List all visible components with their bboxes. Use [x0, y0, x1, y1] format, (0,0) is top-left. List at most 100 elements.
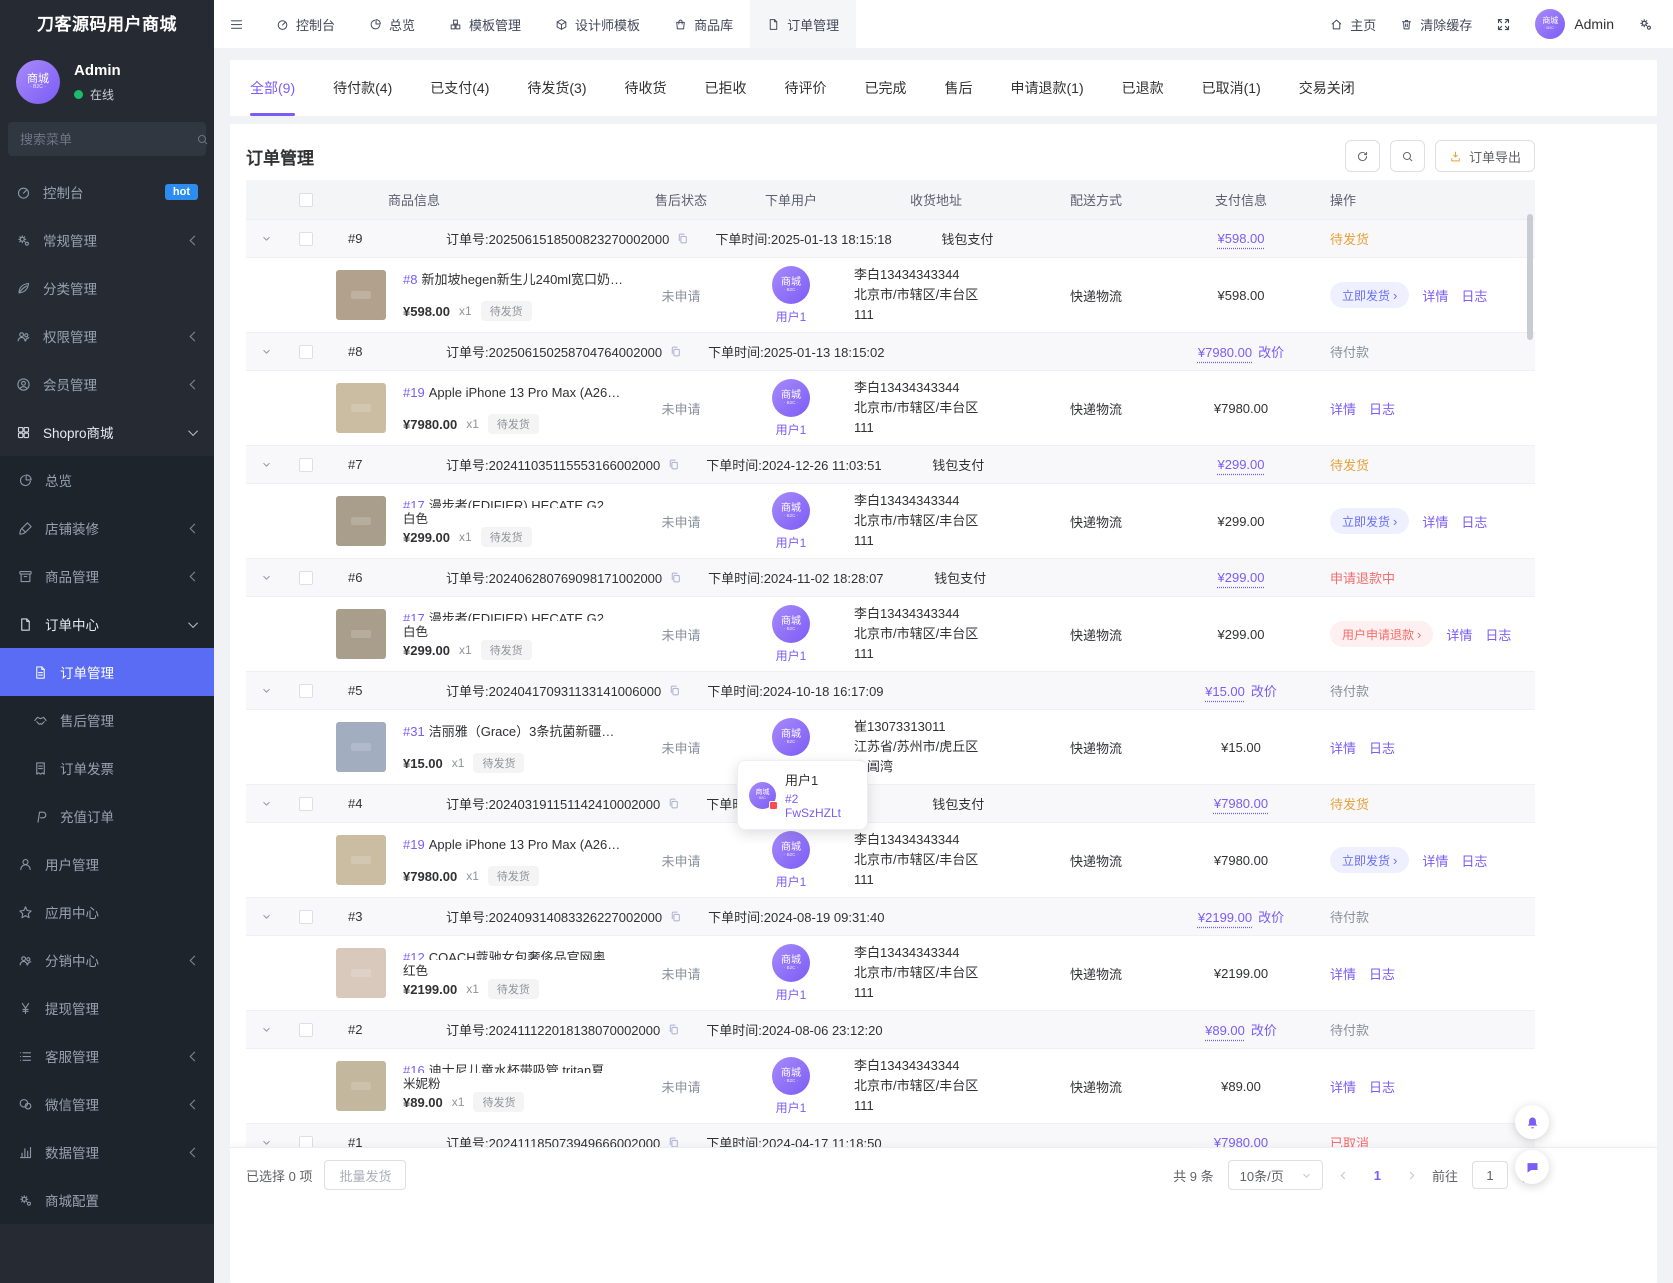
tab[interactable]: 已支付(4) — [430, 60, 489, 116]
detail-link[interactable]: 详情 — [1422, 286, 1448, 305]
product-ref[interactable]: #19 — [403, 837, 425, 852]
tab[interactable]: 待发货(3) — [527, 60, 586, 116]
buyer-name[interactable]: 用户1 — [776, 647, 807, 664]
row-checkbox[interactable] — [299, 797, 313, 811]
fullscreen-icon[interactable] — [1496, 17, 1511, 32]
product-image[interactable] — [336, 270, 386, 320]
detail-link[interactable]: 详情 — [1330, 1077, 1356, 1096]
buyer-avatar[interactable]: 商城 · B2C · — [772, 831, 810, 869]
order-amount-link[interactable]: ¥299.00 — [1218, 570, 1265, 585]
navbar-admin[interactable]: 商城 · B2C · Admin — [1535, 9, 1614, 39]
ship-now-button[interactable]: 立即发货› — [1330, 282, 1409, 308]
goto-page-input[interactable] — [1472, 1161, 1508, 1189]
tab[interactable]: 申请退款(1) — [1011, 60, 1084, 116]
buyer-name[interactable]: 用户1 — [776, 873, 807, 890]
search-icon[interactable] — [196, 133, 209, 146]
order-amount-link[interactable]: ¥299.00 — [1218, 457, 1265, 472]
notification-bell-button[interactable] — [1515, 1105, 1549, 1139]
expand-chevron-icon[interactable] — [260, 345, 273, 358]
ship-now-button[interactable]: 立即发货› — [1330, 847, 1409, 873]
tab[interactable]: 已拒收 — [705, 60, 747, 116]
buyer-avatar[interactable]: 商城 · B2C · — [772, 718, 810, 756]
log-link[interactable]: 日志 — [1369, 964, 1395, 983]
order-amount-link[interactable]: ¥7980.00 — [1214, 796, 1268, 811]
current-page[interactable]: 1 — [1374, 1168, 1381, 1183]
product-ref[interactable]: #8 — [403, 272, 417, 287]
detail-link[interactable]: 详情 — [1422, 512, 1448, 531]
buyer-name[interactable]: 用户1 — [776, 1099, 807, 1116]
topnav-item[interactable]: 商品库 — [657, 0, 750, 48]
buyer-avatar[interactable]: 商城 · B2C · — [772, 379, 810, 417]
topnav-item[interactable]: 设计师模板 — [538, 0, 657, 48]
copy-icon[interactable] — [676, 232, 689, 245]
product-ref[interactable]: #17 — [403, 611, 425, 621]
topnav-item[interactable]: 订单管理 — [750, 0, 856, 48]
log-link[interactable]: 日志 — [1369, 738, 1395, 757]
menu-search-input[interactable] — [20, 132, 196, 147]
detail-link[interactable]: 详情 — [1422, 851, 1448, 870]
chat-button[interactable] — [1515, 1150, 1549, 1184]
reprice-link[interactable]: 改价 — [1258, 345, 1284, 360]
row-checkbox[interactable] — [299, 458, 313, 472]
order-amount-link[interactable]: ¥598.00 — [1218, 231, 1265, 246]
expand-chevron-icon[interactable] — [260, 910, 273, 923]
select-all-checkbox[interactable] — [299, 193, 313, 207]
copy-icon[interactable] — [669, 345, 682, 358]
buyer-name[interactable]: 用户1 — [776, 986, 807, 1003]
tab[interactable]: 全部(9) — [250, 60, 295, 116]
tab[interactable]: 售后 — [945, 60, 973, 116]
tab[interactable]: 已完成 — [865, 60, 907, 116]
copy-icon[interactable] — [669, 571, 682, 584]
row-checkbox[interactable] — [299, 345, 313, 359]
sidebar-item[interactable]: 店铺装修 — [0, 504, 214, 552]
buyer-avatar[interactable]: 商城 · B2C · — [772, 1057, 810, 1095]
sidebar-item[interactable]: Shopro商城 — [0, 408, 214, 456]
expand-chevron-icon[interactable] — [260, 684, 273, 697]
clear-cache-link[interactable]: 清除缓存 — [1400, 15, 1472, 34]
product-image[interactable] — [336, 609, 386, 659]
sidebar-item[interactable]: 权限管理 — [0, 312, 214, 360]
sidebar-item[interactable]: 微信管理 — [0, 1080, 214, 1128]
row-checkbox[interactable] — [299, 910, 313, 924]
copy-icon[interactable] — [667, 1023, 680, 1036]
log-link[interactable]: 日志 — [1461, 286, 1487, 305]
order-amount-link[interactable]: ¥7980.00 — [1198, 345, 1252, 360]
buyer-name[interactable]: 用户1 — [776, 421, 807, 438]
tab[interactable]: 待付款(4) — [333, 60, 392, 116]
copy-icon[interactable] — [669, 910, 682, 923]
product-ref[interactable]: #19 — [403, 385, 425, 400]
sidebar-item[interactable]: 常规管理 — [0, 216, 214, 264]
tab[interactable]: 待评价 — [785, 60, 827, 116]
sidebar-item[interactable]: 总览 — [0, 456, 214, 504]
detail-link[interactable]: 详情 — [1330, 964, 1356, 983]
search-button[interactable] — [1390, 140, 1425, 172]
row-checkbox[interactable] — [299, 1023, 313, 1037]
hamburger-icon[interactable] — [214, 17, 259, 32]
product-image[interactable] — [336, 722, 386, 772]
log-link[interactable]: 日志 — [1485, 625, 1511, 644]
sidebar-item[interactable]: 订单发票 — [0, 744, 214, 792]
copy-icon[interactable] — [668, 684, 681, 697]
refresh-button[interactable] — [1345, 140, 1380, 172]
row-checkbox[interactable] — [299, 684, 313, 698]
sidebar-item[interactable]: 用户管理 — [0, 840, 214, 888]
sidebar-item[interactable]: 数据管理 — [0, 1128, 214, 1176]
buyer-avatar[interactable]: 商城 · B2C · — [772, 605, 810, 643]
expand-chevron-icon[interactable] — [260, 1023, 273, 1036]
order-amount-link[interactable]: ¥15.00 — [1205, 684, 1245, 699]
log-link[interactable]: 日志 — [1369, 399, 1395, 418]
sidebar-item[interactable]: 订单中心 — [0, 600, 214, 648]
sidebar-item[interactable]: 商城配置 — [0, 1176, 214, 1224]
batch-ship-button[interactable]: 批量发货 — [324, 1160, 406, 1190]
sidebar-item[interactable]: 分类管理 — [0, 264, 214, 312]
sidebar-item[interactable]: 商品管理 — [0, 552, 214, 600]
sidebar-item[interactable]: 会员管理 — [0, 360, 214, 408]
expand-chevron-icon[interactable] — [260, 797, 273, 810]
prev-page-button[interactable] — [1337, 1169, 1350, 1182]
row-checkbox[interactable] — [299, 232, 313, 246]
tab[interactable]: 已退款 — [1122, 60, 1164, 116]
export-orders-button[interactable]: 订单导出 — [1435, 140, 1535, 172]
product-image[interactable] — [336, 835, 386, 885]
sidebar-item[interactable]: 客服管理 — [0, 1032, 214, 1080]
admin-avatar[interactable]: 商城 · B2C · — [16, 60, 60, 104]
